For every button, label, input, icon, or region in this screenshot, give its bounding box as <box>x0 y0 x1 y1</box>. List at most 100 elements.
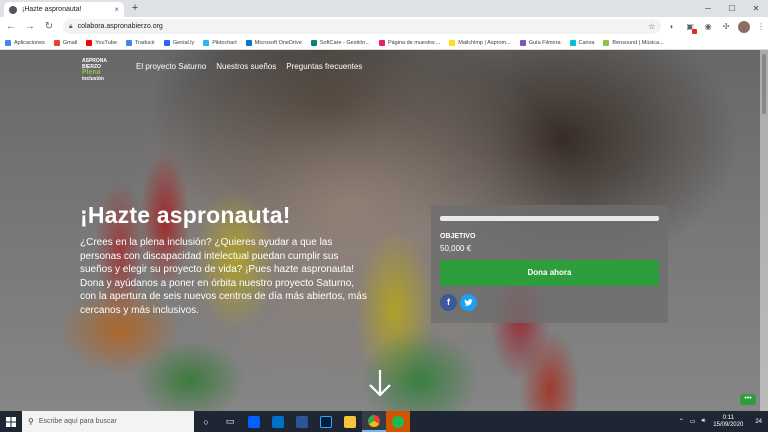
bookmark-favicon-icon <box>203 39 210 46</box>
bookmark-favicon-icon <box>86 39 93 46</box>
bookmark-item[interactable]: Canva <box>569 39 595 46</box>
tab-strip: ¡Hazte aspronauta! × + ─ ☐ ✕ <box>0 0 768 17</box>
taskbar-search-input[interactable]: ⚲ Escribe aquí para buscar <box>22 411 194 432</box>
bookmark-item[interactable]: Microsoft OneDrive <box>245 39 302 46</box>
bookmark-item[interactable]: Gmail <box>53 39 78 46</box>
bookmark-favicon-icon <box>569 39 576 46</box>
outlook-icon[interactable] <box>266 411 290 432</box>
dropbox-icon[interactable] <box>242 411 266 432</box>
bookmark-favicon-icon <box>519 39 526 46</box>
extensions-puzzle-icon[interactable]: ✣ <box>719 20 733 34</box>
search-icon: ⚲ <box>28 417 34 426</box>
scrollbar-thumb[interactable] <box>762 54 766 114</box>
word-icon[interactable] <box>290 411 314 432</box>
site-favicon-icon <box>9 5 17 14</box>
bookmark-label: YouTube <box>95 39 117 46</box>
bookmark-label: Aplicaciones <box>14 39 45 46</box>
close-window-icon[interactable]: ✕ <box>744 0 768 17</box>
url-text[interactable]: colabora.aspronabierzo.org <box>78 23 648 30</box>
spotify-icon[interactable] <box>386 411 410 432</box>
bookmark-item[interactable]: Genial.ly <box>163 39 194 46</box>
bookmark-favicon-icon <box>125 39 132 46</box>
browser-toolbar: ← → ↻ 🔒︎ colabora.aspronabierzo.org ☆ ◐ … <box>0 17 768 36</box>
volume-icon[interactable]: 🔊︎ <box>702 418 706 425</box>
bookmarks-bar: Aplicaciones Gmail YouTube Traducir Genial.l… <box>0 36 768 50</box>
bookmark-favicon-icon <box>163 39 170 46</box>
bookmark-item[interactable]: Página de muestra:... <box>378 39 441 46</box>
new-tab-button[interactable]: + <box>128 2 142 16</box>
windows-logo-icon <box>6 416 16 427</box>
bookmark-label: Guía Filmora <box>528 39 561 46</box>
forward-icon[interactable]: → <box>22 19 38 35</box>
minimize-icon[interactable]: ─ <box>696 0 720 17</box>
donate-button[interactable]: Dona ahora <box>440 260 659 286</box>
close-tab-icon[interactable]: × <box>114 5 119 14</box>
page-scrollbar[interactable] <box>760 50 768 411</box>
file-explorer-icon[interactable] <box>338 411 362 432</box>
bookmark-favicon-icon <box>53 39 60 46</box>
extension-icon[interactable]: ◐ <box>665 20 679 34</box>
hero-description: ¿Crees en la plena inclusión? ¿Quieres a… <box>80 237 367 316</box>
facebook-share-icon[interactable]: f <box>440 294 457 311</box>
bookmark-item[interactable]: YouTube <box>86 39 117 46</box>
goal-label: OBJETIVO <box>440 233 476 240</box>
photoshop-icon[interactable] <box>314 411 338 432</box>
browser-tab[interactable]: ¡Hazte aspronauta! × <box>4 2 124 17</box>
bookmark-label: Microsoft OneDrive <box>254 39 302 46</box>
bookmark-label: Traducir <box>134 39 155 46</box>
profile-avatar[interactable] <box>738 20 751 33</box>
bookmark-item[interactable]: Mailchimp | Asprom... <box>449 39 511 46</box>
funding-progress-bar <box>440 216 659 221</box>
chrome-icon[interactable] <box>362 411 386 432</box>
bookmark-label: Página de muestra:... <box>387 39 441 46</box>
windows-taskbar: ⚲ Escribe aquí para buscar ○ ▭ ⌃ ▭ 🔊︎ 0:… <box>0 411 768 432</box>
clock[interactable]: 0:11 15/09/2020 <box>713 415 743 429</box>
bookmark-favicon-icon <box>5 39 11 46</box>
system-tray: ⌃ ▭ 🔊︎ 0:11 15/09/2020 24 <box>673 415 768 429</box>
bookmark-favicon-icon <box>449 39 456 46</box>
bookmark-favicon-icon <box>603 39 610 46</box>
nav-link-nuestros-suenos[interactable]: Nuestros sueños <box>216 62 276 71</box>
bookmark-label: Mailchimp | Asprom... <box>458 39 511 46</box>
bookmark-item[interactable]: Traducir <box>125 39 155 46</box>
taskbar-search-placeholder: Escribe aquí para buscar <box>38 418 117 425</box>
bookmark-label: Canva <box>578 39 595 46</box>
back-icon[interactable]: ← <box>3 19 19 35</box>
bookmark-item[interactable]: Aplicaciones <box>5 39 45 46</box>
task-view-icon[interactable]: ▭ <box>218 411 242 432</box>
clock-time: 0:11 <box>722 414 734 421</box>
chat-widget-button[interactable]: ••• <box>740 394 756 405</box>
extension-circle-icon[interactable]: ◉ <box>701 20 715 34</box>
bookmark-item[interactable]: Guía Filmora <box>519 39 561 46</box>
bookmark-item[interactable]: Piktochart <box>203 39 237 46</box>
nav-link-proyecto-saturno[interactable]: El proyecto Saturno <box>136 62 206 71</box>
maximize-icon[interactable]: ☐ <box>720 0 744 17</box>
aspronabierzo-logo[interactable]: ASPRONA BIERZO Plena inclusión <box>82 58 118 90</box>
cortana-icon[interactable]: ○ <box>194 411 218 432</box>
address-bar[interactable]: 🔒︎ colabora.aspronabierzo.org ☆ <box>62 19 662 34</box>
hero-title: ¡Hazte aspronauta! <box>80 202 291 228</box>
bookmark-label: SoftCare - Gestión... <box>319 39 370 46</box>
bookmark-item[interactable]: Bensound | Música... <box>603 39 664 46</box>
reload-icon[interactable]: ↻ <box>41 19 57 35</box>
menu-kebab-icon[interactable]: ⋮ <box>754 20 768 34</box>
bookmark-favicon-icon <box>245 39 252 46</box>
notifications-icon[interactable]: 24 <box>755 419 762 425</box>
goal-amount: 50,000 € <box>440 244 472 253</box>
network-icon[interactable]: ▭ <box>690 418 696 425</box>
donation-card: OBJETIVO 50,000 € Dona ahora f <box>431 205 668 323</box>
extension-badge-icon[interactable]: ▣ <box>683 20 698 34</box>
bookmark-label: Gmail <box>62 39 78 46</box>
bookmark-favicon-icon <box>378 39 385 46</box>
bookmark-label: Piktochart <box>212 39 237 46</box>
windows-start-button[interactable] <box>0 411 22 432</box>
show-hidden-icons-icon[interactable]: ⌃ <box>679 418 684 425</box>
bookmark-item[interactable]: SoftCare - Gestión... <box>310 39 370 46</box>
twitter-share-icon[interactable] <box>460 294 477 311</box>
bookmark-label: Bensound | Música... <box>612 39 664 46</box>
scroll-down-arrow-icon[interactable] <box>367 368 393 398</box>
site-header: ASPRONA BIERZO Plena inclusión El proyec… <box>82 58 372 90</box>
bookmark-star-icon[interactable]: ☆ <box>648 22 655 31</box>
lock-icon[interactable]: 🔒︎ <box>69 23 73 31</box>
nav-link-preguntas-frecuentes[interactable]: Preguntas frecuentes <box>286 62 362 71</box>
